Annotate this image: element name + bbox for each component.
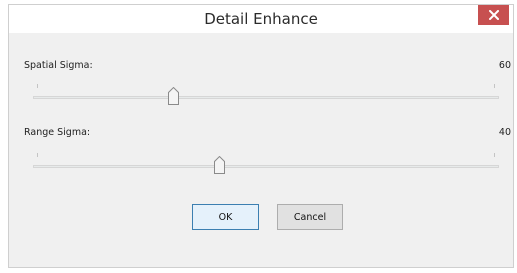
spatial-sigma-value: 60	[498, 60, 511, 71]
title-bar[interactable]: Detail Enhance	[9, 5, 513, 33]
close-icon	[488, 10, 499, 20]
detail-enhance-dialog: Detail Enhance Spatial Sigma: 60 Range S…	[8, 4, 514, 268]
slider-thumb[interactable]	[168, 86, 179, 105]
slider-tick-end	[494, 84, 495, 88]
spatial-sigma-slider[interactable]	[33, 84, 499, 106]
spatial-sigma-label: Spatial Sigma:	[24, 60, 93, 71]
range-sigma-label: Range Sigma:	[24, 127, 91, 138]
close-button[interactable]	[478, 5, 509, 25]
range-sigma-slider[interactable]	[33, 153, 499, 175]
cancel-button[interactable]: Cancel	[277, 204, 343, 230]
range-sigma-value: 40	[498, 127, 511, 138]
slider-track	[33, 96, 499, 99]
dialog-title: Detail Enhance	[204, 10, 318, 28]
slider-thumb[interactable]	[214, 155, 225, 174]
slider-tick-start	[37, 153, 38, 157]
ok-button[interactable]: OK	[192, 204, 259, 230]
slider-tick-start	[37, 84, 38, 88]
slider-track	[33, 165, 499, 168]
slider-tick-end	[494, 153, 495, 157]
